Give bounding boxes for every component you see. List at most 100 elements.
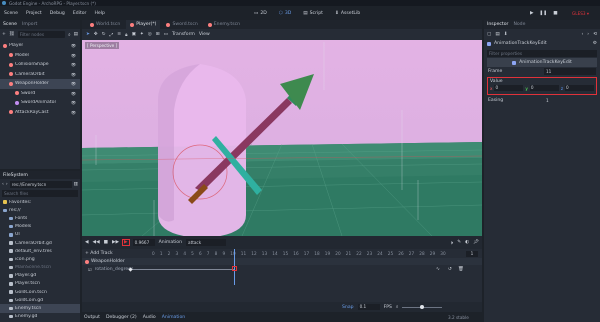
frame-field[interactable]: 11	[544, 68, 596, 75]
file-tree-item[interactable]: default_env.tres	[0, 247, 80, 255]
back-icon[interactable]: ‹	[2, 182, 4, 187]
file-tree-item[interactable]: CameraOrbit.gd	[0, 239, 80, 247]
autoplay-icon[interactable]: ⏵	[451, 240, 453, 246]
split-icon[interactable]: ▥	[74, 182, 78, 187]
zoom-icon[interactable]: ⌕	[396, 304, 399, 310]
value-y-field[interactable]: 0	[529, 85, 559, 91]
menu-project[interactable]: Project	[26, 11, 42, 16]
length-field[interactable]: 1	[466, 250, 478, 257]
new-resource-icon[interactable]: ▢	[487, 32, 491, 37]
stop-icon[interactable]: ■	[553, 11, 557, 16]
save-resource-icon[interactable]: ⬇	[504, 32, 508, 37]
move-tool-icon[interactable]: ✥	[94, 32, 98, 37]
file-tree-item[interactable]: GoldCoin.gd	[0, 296, 80, 304]
play-backwards-icon[interactable]: ◀	[85, 240, 89, 245]
rotate-tool-icon[interactable]: ↻	[102, 32, 106, 37]
bottom-tab[interactable]: Output	[84, 315, 100, 320]
scene-tree-item[interactable]: WeaponHolder 👁︎	[0, 79, 80, 89]
animation-select[interactable]: attack	[186, 239, 227, 246]
zoom-slider[interactable]	[402, 304, 443, 309]
fps-select[interactable]: FPS	[384, 305, 392, 310]
workspace-2d[interactable]: ▭ 2D	[254, 11, 267, 16]
filter-nodes-input[interactable]: Filter nodes	[17, 31, 66, 38]
viewport-3d[interactable]: [ Perspective ]	[82, 40, 482, 236]
history-forward-icon[interactable]: ›	[587, 32, 589, 37]
timeline-ruler[interactable]: 0 1 2 3 4 5 6 7 8 9 10 11 12 13 14 15 16 17 18 19 20 21 22 23 24…	[152, 251, 482, 256]
play-start-icon[interactable]: ▶▶	[112, 240, 119, 245]
skeleton-icon[interactable]: ✦	[140, 32, 144, 37]
scene-tree-item[interactable]: CollisionShape 👁︎	[0, 60, 80, 70]
file-tree-item[interactable]: Player.gd	[0, 272, 80, 280]
scene-tree-item[interactable]: Sword 👁︎	[0, 89, 80, 99]
value-x-field[interactable]: 0	[494, 85, 524, 91]
load-resource-icon[interactable]: ▤	[495, 32, 499, 37]
scene-tab[interactable]: Enemy.tscn	[204, 20, 244, 29]
value-z-field[interactable]: 0	[565, 85, 594, 91]
file-tree-item[interactable]: Enemy.gd	[0, 313, 80, 321]
renderer-label[interactable]: GLES3 ▾	[572, 11, 589, 16]
visibility-icon[interactable]: 👁︎	[71, 62, 76, 67]
remove-track-icon[interactable]: 🗑︎	[458, 267, 464, 272]
workspace-3d[interactable]: ⬡ 3D	[279, 11, 291, 16]
bottom-tab[interactable]: Debugger (2)	[106, 315, 137, 320]
workspace-assetlib[interactable]: ⬇ AssetLib	[335, 11, 360, 16]
scene-tree-item[interactable]: Model 👁︎	[0, 51, 80, 61]
tab-scene[interactable]: Scene	[3, 22, 17, 27]
local-space-icon[interactable]: ◎	[148, 32, 152, 37]
file-tree-item[interactable]: res://	[0, 206, 80, 214]
file-tree-item[interactable]: MainScene.tscn	[0, 264, 80, 272]
edit-icon[interactable]: ✎	[457, 240, 461, 245]
visibility-icon[interactable]: 👁︎	[71, 53, 76, 58]
snap-toggle[interactable]: Snap	[342, 305, 354, 310]
zoom-slider-handle[interactable]	[420, 304, 425, 309]
snap-icon[interactable]: ⊞	[156, 32, 160, 37]
visibility-icon[interactable]: 👁︎	[71, 91, 76, 96]
history-back-icon[interactable]: ‹	[581, 32, 583, 37]
workspace-script[interactable]: ▤ Script	[303, 11, 323, 16]
file-tree-item[interactable]: Favorites:	[0, 198, 80, 206]
menu-editor[interactable]: Editor	[73, 11, 87, 16]
instance-icon[interactable]: ⛓	[9, 32, 15, 37]
easing-field[interactable]: 1	[544, 97, 596, 104]
scene-tree-item[interactable]: Player 👁︎	[0, 41, 80, 51]
scene-tab[interactable]: Player(*)	[126, 20, 161, 29]
stop-anim-icon[interactable]: ■	[104, 240, 108, 245]
visibility-icon[interactable]: 👁︎	[71, 100, 76, 105]
menu-help[interactable]: Help	[94, 11, 104, 16]
tab-inspector[interactable]: Inspector	[487, 22, 508, 27]
object-name[interactable]: AnimationTrackKeyEdit	[494, 41, 547, 46]
scene-tab[interactable]: Sword.tscn	[162, 20, 201, 29]
select-tool-icon[interactable]: ➤	[86, 32, 90, 37]
file-tree-item[interactable]: icon.png	[0, 255, 80, 263]
transform-menu[interactable]: Transform	[172, 32, 195, 37]
onion-icon[interactable]: ◐	[465, 240, 469, 245]
search-icon[interactable]: ⌕	[68, 32, 71, 38]
menu-debug[interactable]: Debug	[50, 11, 65, 16]
play-anim-icon[interactable]: ▶	[122, 239, 130, 246]
scene-tree-item[interactable]: CameraOrbit 👁︎	[0, 70, 80, 80]
scale-tool-icon[interactable]: ⤢	[110, 32, 114, 38]
file-tree-item[interactable]: Fonts	[0, 214, 80, 222]
file-tree-item[interactable]: Models	[0, 223, 80, 231]
search-files-input[interactable]: Search files	[2, 190, 78, 197]
camera-icon[interactable]: ▭	[164, 32, 168, 37]
script-icon[interactable]: ▤	[74, 32, 78, 37]
menu-scene[interactable]: Scene	[4, 11, 18, 16]
time-field[interactable]: 0.9667	[132, 239, 155, 246]
track-enable-checkbox[interactable]: ☑	[88, 267, 92, 272]
bottom-tab[interactable]: Audio	[143, 315, 156, 320]
keyframe-selected[interactable]	[232, 266, 237, 271]
history-icon[interactable]: ⟲	[593, 32, 597, 37]
group-icon[interactable]: ▣	[132, 32, 136, 37]
scene-tree-item[interactable]: SwordAnimator 👁︎	[0, 98, 80, 108]
lock-icon[interactable]: 🔒︎	[125, 32, 127, 38]
tab-import[interactable]: Import	[22, 22, 37, 27]
play-icon[interactable]: ▶	[530, 11, 534, 16]
file-tree-item[interactable]: UI	[0, 231, 80, 239]
pause-icon[interactable]: ❚❚	[540, 11, 548, 16]
filter-properties-input[interactable]: Filter properties	[487, 49, 597, 57]
forward-icon[interactable]: ›	[6, 182, 8, 187]
tab-node[interactable]: Node	[513, 22, 525, 27]
loop-icon[interactable]: ↺	[448, 267, 452, 272]
play-back-start-icon[interactable]: ◀◀	[93, 240, 100, 245]
